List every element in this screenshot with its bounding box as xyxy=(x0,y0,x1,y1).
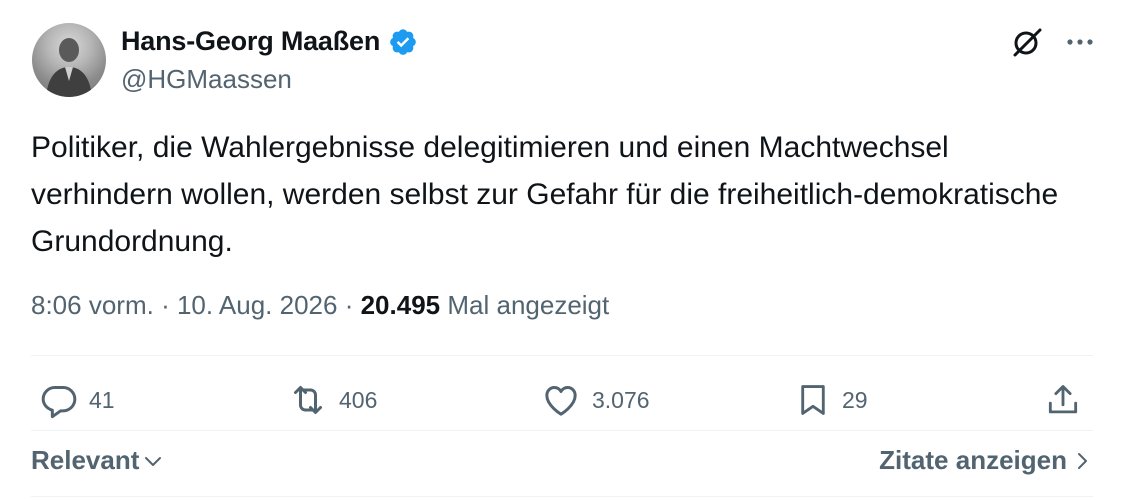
divider xyxy=(31,430,1093,431)
bookmark-icon xyxy=(801,385,825,415)
share-button[interactable] xyxy=(1044,380,1082,420)
chevron-right-icon xyxy=(1078,452,1087,469)
tweet-time[interactable]: 8:06 vorm. xyxy=(31,290,154,320)
repost-count: 406 xyxy=(339,386,378,413)
grok-icon[interactable] xyxy=(1009,24,1045,60)
bookmark-button[interactable]: 29 xyxy=(794,380,868,420)
reply-button[interactable]: 41 xyxy=(39,380,115,420)
replies-header: Relevant Zitate anzeigen xyxy=(31,445,1093,476)
tweet-text: Politiker, die Wahlergebnisse delegitimi… xyxy=(31,131,1059,258)
views-label: Mal angezeigt xyxy=(447,290,610,320)
avatar-portrait xyxy=(46,38,92,97)
avatar[interactable] xyxy=(32,23,106,97)
view-quotes-label: Zitate anzeigen xyxy=(879,445,1067,475)
sort-dropdown[interactable]: Relevant xyxy=(31,445,163,476)
reply-count: 41 xyxy=(89,386,115,413)
repost-icon xyxy=(294,386,322,414)
action-bar: 41 406 3.076 29 xyxy=(31,380,1093,424)
views-count: 20.495 xyxy=(360,290,441,320)
meta-separator: · xyxy=(161,290,170,320)
divider xyxy=(31,496,1093,497)
meta-separator: · xyxy=(344,290,354,320)
tweet-meta: 8:06 vorm. · 10. Aug. 2026 · 20.495 Mal … xyxy=(31,290,609,321)
tweet-top-actions xyxy=(1009,24,1095,60)
reply-icon xyxy=(41,386,77,419)
author-display-name[interactable]: Hans-Georg Maaßen xyxy=(121,26,380,57)
chevron-down-icon xyxy=(145,456,162,466)
repost-button[interactable]: 406 xyxy=(287,380,377,420)
heart-icon xyxy=(545,386,577,416)
share-icon xyxy=(1048,385,1078,414)
author-name-row: Hans-Georg Maaßen xyxy=(121,26,418,57)
view-quotes-link[interactable]: Zitate anzeigen xyxy=(879,445,1093,476)
author-handle[interactable]: @HGMaassen xyxy=(121,64,292,95)
tweet-date[interactable]: 10. Aug. 2026 xyxy=(177,290,337,320)
like-count: 3.076 xyxy=(592,386,650,413)
bookmark-count: 29 xyxy=(842,386,868,413)
like-button[interactable]: 3.076 xyxy=(540,380,650,420)
sort-label: Relevant xyxy=(31,445,140,475)
divider xyxy=(31,355,1093,356)
verified-badge-icon[interactable] xyxy=(388,27,418,57)
more-options-icon[interactable] xyxy=(1065,27,1095,57)
